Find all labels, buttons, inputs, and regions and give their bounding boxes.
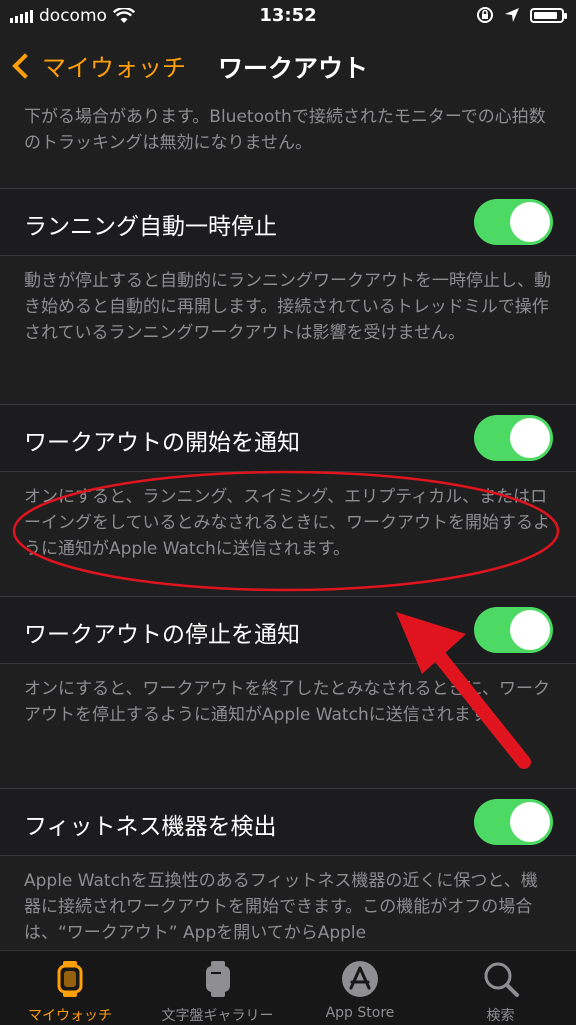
tab-label: マイウォッチ — [28, 1008, 112, 1024]
toggle-knob — [510, 610, 550, 650]
tab-my-watch[interactable]: マイウォッチ — [0, 951, 140, 1025]
watch-face-icon — [205, 961, 230, 997]
setting-label: ワークアウトの開始を通知 — [24, 430, 300, 456]
tab-label: 検索 — [486, 1008, 515, 1024]
tab-bar: マイウォッチ 文字盤ギャラリー App Store 検索 — [0, 950, 576, 1025]
section-footer-text: オンにすると、ワークアウトを終了したとみなされるときに、ワークアウトを停止するよ… — [24, 679, 550, 725]
page-title: ワークアウト — [218, 54, 369, 83]
setting-row-end-reminder: ワークアウトの停止を通知 — [0, 596, 576, 664]
setting-label: フィットネス機器を検出 — [24, 814, 277, 840]
toggle-knob — [510, 418, 550, 458]
status-right — [476, 6, 567, 24]
end-reminder-toggle[interactable] — [474, 607, 553, 653]
setting-label: ランニング自動一時停止 — [24, 214, 277, 240]
section-footer-text: オンにすると、ランニング、スイミング、エリプティカル、またはローイングをしている… — [24, 487, 550, 559]
tab-face-gallery[interactable]: 文字盤ギャラリー — [140, 951, 295, 1025]
back-button[interactable]: マイウォッチ — [10, 48, 186, 83]
start-reminder-toggle[interactable] — [474, 415, 553, 461]
detect-gym-equipment-toggle[interactable] — [474, 799, 553, 845]
setting-row-auto-pause: ランニング自動一時停止 — [0, 188, 576, 256]
orientation-lock-icon — [477, 7, 493, 23]
auto-pause-toggle[interactable] — [474, 199, 553, 245]
app-store-icon — [342, 961, 378, 997]
navigation-bar: マイウォッチ ワークアウト — [0, 34, 576, 96]
section-footer-text: Apple Watchを互換性のあるフィットネス機器の近くに保つと、機器に接続さ… — [24, 871, 538, 943]
toggle-knob — [510, 202, 550, 242]
setting-row-start-reminder: ワークアウトの開始を通知 — [0, 404, 576, 472]
location-icon — [505, 8, 519, 22]
watch-icon — [57, 961, 83, 997]
status-bar: docomo 13:52 — [0, 0, 576, 34]
tab-label: App Store — [325, 1005, 395, 1021]
tab-label: 文字盤ギャラリー — [161, 1008, 274, 1024]
tab-app-store[interactable]: App Store — [295, 951, 425, 1025]
section-footer-text: 下がる場合があります。Bluetoothで接続されたモニターでの心拍数のトラッキ… — [24, 107, 546, 153]
toggle-knob — [510, 802, 550, 842]
section-footer-text: 動きが停止すると自動的にランニングワークアウトを一時停止し、動き始めると自動的に… — [24, 271, 551, 343]
battery-icon — [530, 7, 567, 23]
search-icon — [484, 962, 519, 997]
tab-search[interactable]: 検索 — [425, 951, 576, 1025]
settings-list[interactable]: 下がる場合があります。Bluetoothで接続されたモニターでの心拍数のトラッキ… — [0, 96, 576, 950]
setting-row-detect-gym-equipment: フィットネス機器を検出 — [0, 788, 576, 856]
back-button-label: マイウォッチ — [42, 54, 186, 82]
setting-label: ワークアウトの停止を通知 — [24, 622, 300, 648]
chevron-left-icon — [12, 52, 38, 79]
